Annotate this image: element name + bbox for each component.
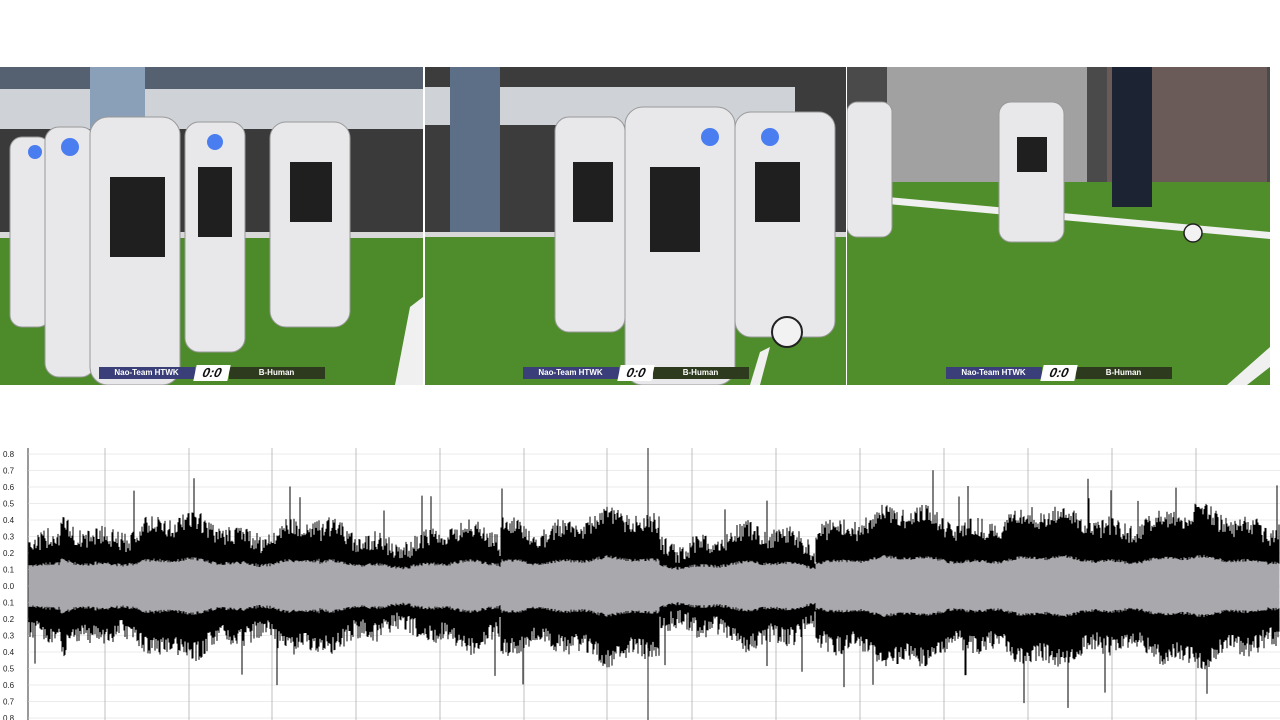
waveform-rms-path (28, 554, 1280, 618)
video-frame-3: Nao-Team HTWK 0:0 B-Human (847, 67, 1270, 385)
y-tick-label: 0.7 (3, 698, 15, 707)
team-left-label: Nao-Team HTWK (522, 367, 619, 379)
team-right-label: B-Human (1075, 367, 1172, 379)
y-tick-label: 0.1 (3, 599, 15, 608)
audio-waveform: 0.8 0.7 0.6 0.5 0.4 0.3 0.2 0.1 0.0 0.1 0.2 0.3 0.4 0… (0, 448, 1280, 720)
y-tick-label: 0.4 (3, 648, 15, 657)
robot-scene-image (425, 67, 846, 385)
waveform-rms (28, 554, 1280, 618)
y-tick-label: 0.4 (3, 516, 15, 525)
scoreboard: Nao-Team HTWK 0:0 B-Human (847, 365, 1270, 381)
y-tick-label: 0.8 (3, 714, 15, 720)
video-frame-1: Nao-Team HTWK 0:0 B-Human (0, 67, 423, 385)
y-tick-label: 0.3 (3, 632, 15, 641)
y-tick-label: 0.3 (3, 533, 15, 542)
score-value: 0:0 (616, 365, 655, 381)
team-right-label: B-Human (652, 367, 749, 379)
robot-scene-image (0, 67, 423, 385)
y-tick-label: 0.0 (3, 582, 15, 591)
y-tick-label: 0.8 (3, 450, 15, 459)
y-tick-label: 0.7 (3, 467, 15, 476)
y-tick-label: 0.2 (3, 549, 15, 558)
y-tick-label: 0.5 (3, 665, 15, 674)
y-tick-label: 0.6 (3, 483, 15, 492)
y-tick-label: 0.2 (3, 615, 15, 624)
score-value: 0:0 (192, 365, 231, 381)
y-tick-label: 0.1 (3, 566, 15, 575)
team-left-label: Nao-Team HTWK (98, 367, 195, 379)
waveform-plot: 0.8 0.7 0.6 0.5 0.4 0.3 0.2 0.1 0.0 0.1 0.2 0.3 0.4 0… (3, 448, 1280, 720)
team-right-label: B-Human (228, 367, 325, 379)
waveform-y-axis: 0.8 0.7 0.6 0.5 0.4 0.3 0.2 0.1 0.0 0.1 0.2 0.3 0.4 0… (3, 450, 15, 720)
score-value: 0:0 (1039, 365, 1078, 381)
scoreboard: Nao-Team HTWK 0:0 B-Human (0, 365, 423, 381)
team-left-label: Nao-Team HTWK (945, 367, 1042, 379)
robot-scene-image (847, 67, 1270, 385)
scoreboard: Nao-Team HTWK 0:0 B-Human (425, 365, 846, 381)
y-tick-label: 0.5 (3, 500, 15, 509)
video-frame-2: Nao-Team HTWK 0:0 B-Human (425, 67, 846, 385)
y-tick-label: 0.6 (3, 681, 15, 690)
